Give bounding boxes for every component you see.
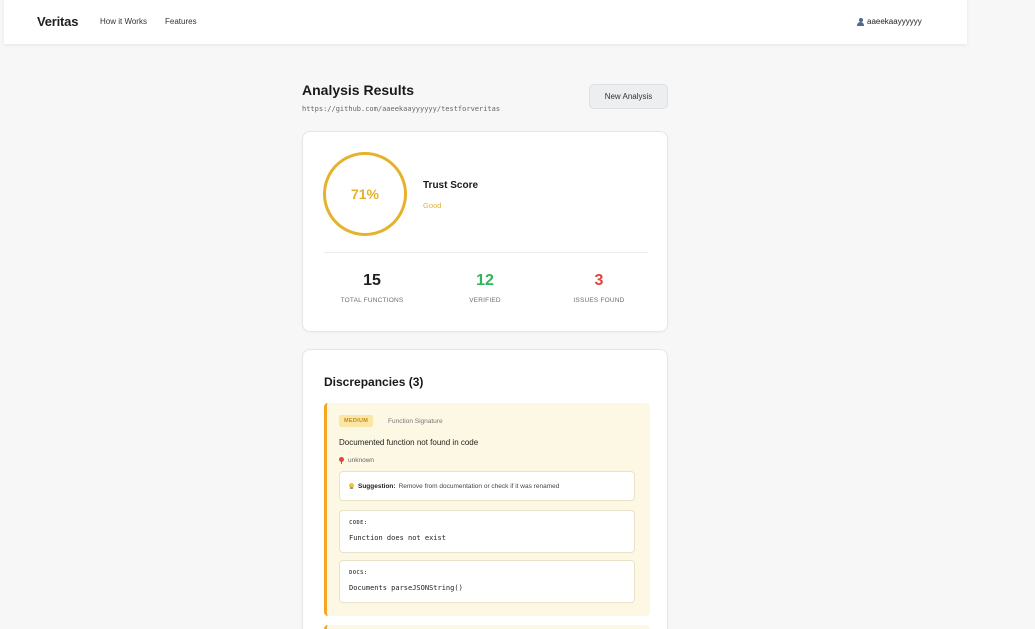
new-analysis-button[interactable]: New Analysis: [589, 84, 668, 109]
page-title: Analysis Results: [302, 82, 415, 98]
discrepancy-item: MEDIUM Function Signature Documented fun…: [324, 403, 650, 616]
nav-link-how-it-works[interactable]: How it Works: [100, 17, 147, 26]
issue-location: unknown: [339, 457, 374, 464]
trust-score-card: 71% Trust Score Good 15 TOTAL FUNCTIONS …: [302, 131, 668, 332]
stat-label: VERIFIED: [469, 297, 501, 304]
docs-text: Documents parseJSONString(): [349, 584, 463, 592]
suggestion-text: Remove from documentation or check if it…: [398, 482, 560, 490]
trust-score-value: 71%: [350, 186, 380, 202]
docs-box: DOCS: Documents parseJSONString(): [339, 560, 635, 603]
pin-icon: [339, 457, 344, 464]
issue-message: Documented function not found in code: [339, 438, 479, 447]
trust-score-ring: 71%: [323, 152, 407, 236]
issue-category: Function Signature: [388, 418, 443, 425]
user-menu[interactable]: aaeekaayyyyyy: [857, 17, 922, 26]
suggestion-box: Suggestion: Remove from documentation or…: [339, 471, 635, 501]
stat-total-functions: 15 TOTAL FUNCTIONS: [322, 272, 422, 304]
code-box: CODE: Function does not exist: [339, 510, 635, 553]
trust-score-status: Good: [423, 201, 442, 210]
suggestion-label: Suggestion:: [358, 482, 396, 490]
top-navbar: Veritas How it Works Features aaeekaayyy…: [4, 0, 967, 44]
stat-verified: 12 VERIFIED: [435, 272, 535, 304]
username: aaeekaayyyyyy: [867, 17, 922, 26]
discrepancy-item: [324, 625, 650, 629]
stat-value: 15: [363, 272, 381, 289]
lightbulb-icon: [349, 483, 354, 489]
code-label: CODE:: [349, 520, 368, 526]
divider: [324, 252, 648, 253]
brand-logo[interactable]: Veritas: [37, 14, 78, 29]
severity-badge: MEDIUM: [339, 415, 374, 427]
user-icon: [857, 17, 864, 26]
repo-url: https://github.com/aaeekaayyyyyy/testfor…: [302, 105, 501, 113]
stat-value: 12: [476, 272, 494, 289]
discrepancies-card: Discrepancies (3) MEDIUM Function Signat…: [302, 349, 668, 629]
discrepancies-title: Discrepancies (3): [324, 375, 424, 389]
stat-label: ISSUES FOUND: [573, 297, 625, 304]
trust-score-label: Trust Score: [423, 180, 479, 191]
location-text: unknown: [348, 457, 375, 464]
code-text: Function does not exist: [349, 534, 446, 542]
docs-label: DOCS:: [349, 570, 368, 576]
nav-link-features[interactable]: Features: [165, 17, 197, 26]
stat-issues-found: 3 ISSUES FOUND: [549, 272, 649, 304]
stat-value: 3: [594, 272, 604, 289]
stat-label: TOTAL FUNCTIONS: [340, 297, 404, 304]
